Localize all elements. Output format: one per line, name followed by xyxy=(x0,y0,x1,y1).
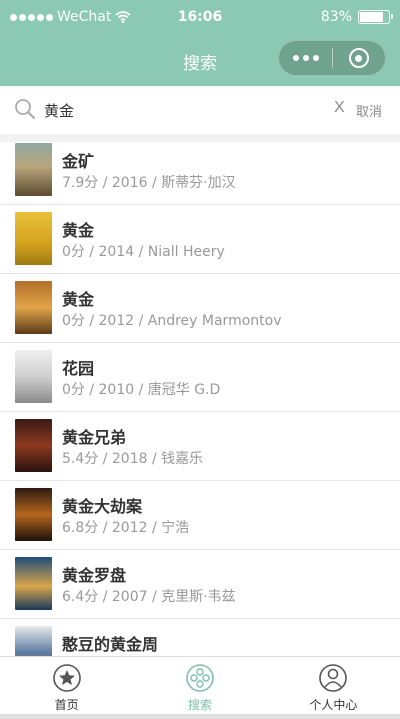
battery-status: 83% xyxy=(320,9,393,25)
movie-meta: 0分 / 2014 / Niall Heery xyxy=(62,244,225,260)
tab-home[interactable]: 首页 xyxy=(0,657,133,714)
result-item[interactable]: 黄金大劫案 6.8分 / 2012 / 宁浩 xyxy=(0,481,400,550)
battery-icon xyxy=(358,10,393,24)
battery-percent: 83% xyxy=(320,9,352,25)
target-icon xyxy=(348,48,369,68)
search-icon xyxy=(15,99,35,119)
result-item[interactable]: 黄金兄弟 5.4分 / 2018 / 钱嘉乐 xyxy=(0,412,400,481)
tab-profile[interactable]: 个人中心 xyxy=(267,657,400,714)
bottom-edge xyxy=(0,714,400,719)
movie-poster xyxy=(15,419,52,472)
more-icon[interactable] xyxy=(279,55,332,61)
tab-search-label: 搜索 xyxy=(187,698,212,712)
movie-title: 憨豆的黄金周 xyxy=(62,635,159,654)
status-bar: WeChat 16:06 83% xyxy=(0,0,400,36)
movie-meta: 7.9分 / 2016 / 斯蒂芬·加汉 xyxy=(62,175,236,191)
movie-poster xyxy=(15,143,52,196)
movie-poster xyxy=(15,626,52,656)
result-item[interactable]: 花园 0分 / 2010 / 唐冠华 G.D xyxy=(0,343,400,412)
movie-meta: 0分 / 2010 / 唐冠华 G.D xyxy=(62,382,221,398)
movie-title: 黄金大劫案 xyxy=(62,497,143,516)
cancel-button[interactable]: 取消 xyxy=(356,101,382,120)
movie-meta: 6.8分 / 2012 / 宁浩 xyxy=(62,520,190,536)
movie-title: 黄金兄弟 xyxy=(62,428,127,447)
result-item[interactable]: 憨豆的黄金周7.3分 / 2007 / 史蒂夫·班德雷克 xyxy=(0,619,400,656)
tab-profile-label: 个人中心 xyxy=(309,698,358,712)
mini-program-capsule xyxy=(278,40,386,76)
tab-bar: 首页 搜索 个人中心 xyxy=(0,656,400,714)
search-bar: X 取消 xyxy=(0,86,400,134)
star-icon xyxy=(52,664,81,692)
search-input[interactable] xyxy=(44,98,304,122)
movie-title: 黄金 xyxy=(62,221,95,240)
movie-title: 金矿 xyxy=(62,152,95,171)
tab-search[interactable]: 搜索 xyxy=(133,657,266,714)
movie-poster xyxy=(15,350,52,403)
movie-poster xyxy=(15,212,52,265)
movie-meta: 0分 / 2012 / Andrey Marmontov xyxy=(62,313,282,329)
result-item[interactable]: 金矿 7.9分 / 2016 / 斯蒂芬·加汉 xyxy=(0,142,400,205)
search-results-list[interactable]: 金矿 7.9分 / 2016 / 斯蒂芬·加汉 黄金 0分 / 2014 / Nial… xyxy=(0,134,400,656)
film-reel-icon xyxy=(186,664,214,692)
result-item[interactable]: 黄金罗盘 6.4分 / 2007 / 克里斯·韦兹 xyxy=(0,550,400,619)
result-item[interactable]: 黄金 0分 / 2014 / Niall Heery xyxy=(0,205,400,274)
tab-home-label: 首页 xyxy=(54,698,79,712)
result-item[interactable]: 黄金 0分 / 2012 / Andrey Marmontov xyxy=(0,274,400,343)
movie-poster xyxy=(15,281,52,334)
person-icon xyxy=(319,664,348,692)
close-mini-program-button[interactable] xyxy=(333,48,385,68)
movie-meta: 6.4分 / 2007 / 克里斯·韦兹 xyxy=(62,589,236,605)
movie-meta: 5.4分 / 2018 / 钱嘉乐 xyxy=(62,451,204,467)
movie-poster xyxy=(15,488,52,541)
clear-search-button[interactable]: X xyxy=(334,99,345,117)
movie-poster xyxy=(15,557,52,610)
movie-title: 黄金 xyxy=(62,290,95,309)
nav-bar: 搜索 xyxy=(0,36,400,86)
movie-title: 黄金罗盘 xyxy=(62,566,127,585)
movie-title: 花园 xyxy=(62,359,95,378)
